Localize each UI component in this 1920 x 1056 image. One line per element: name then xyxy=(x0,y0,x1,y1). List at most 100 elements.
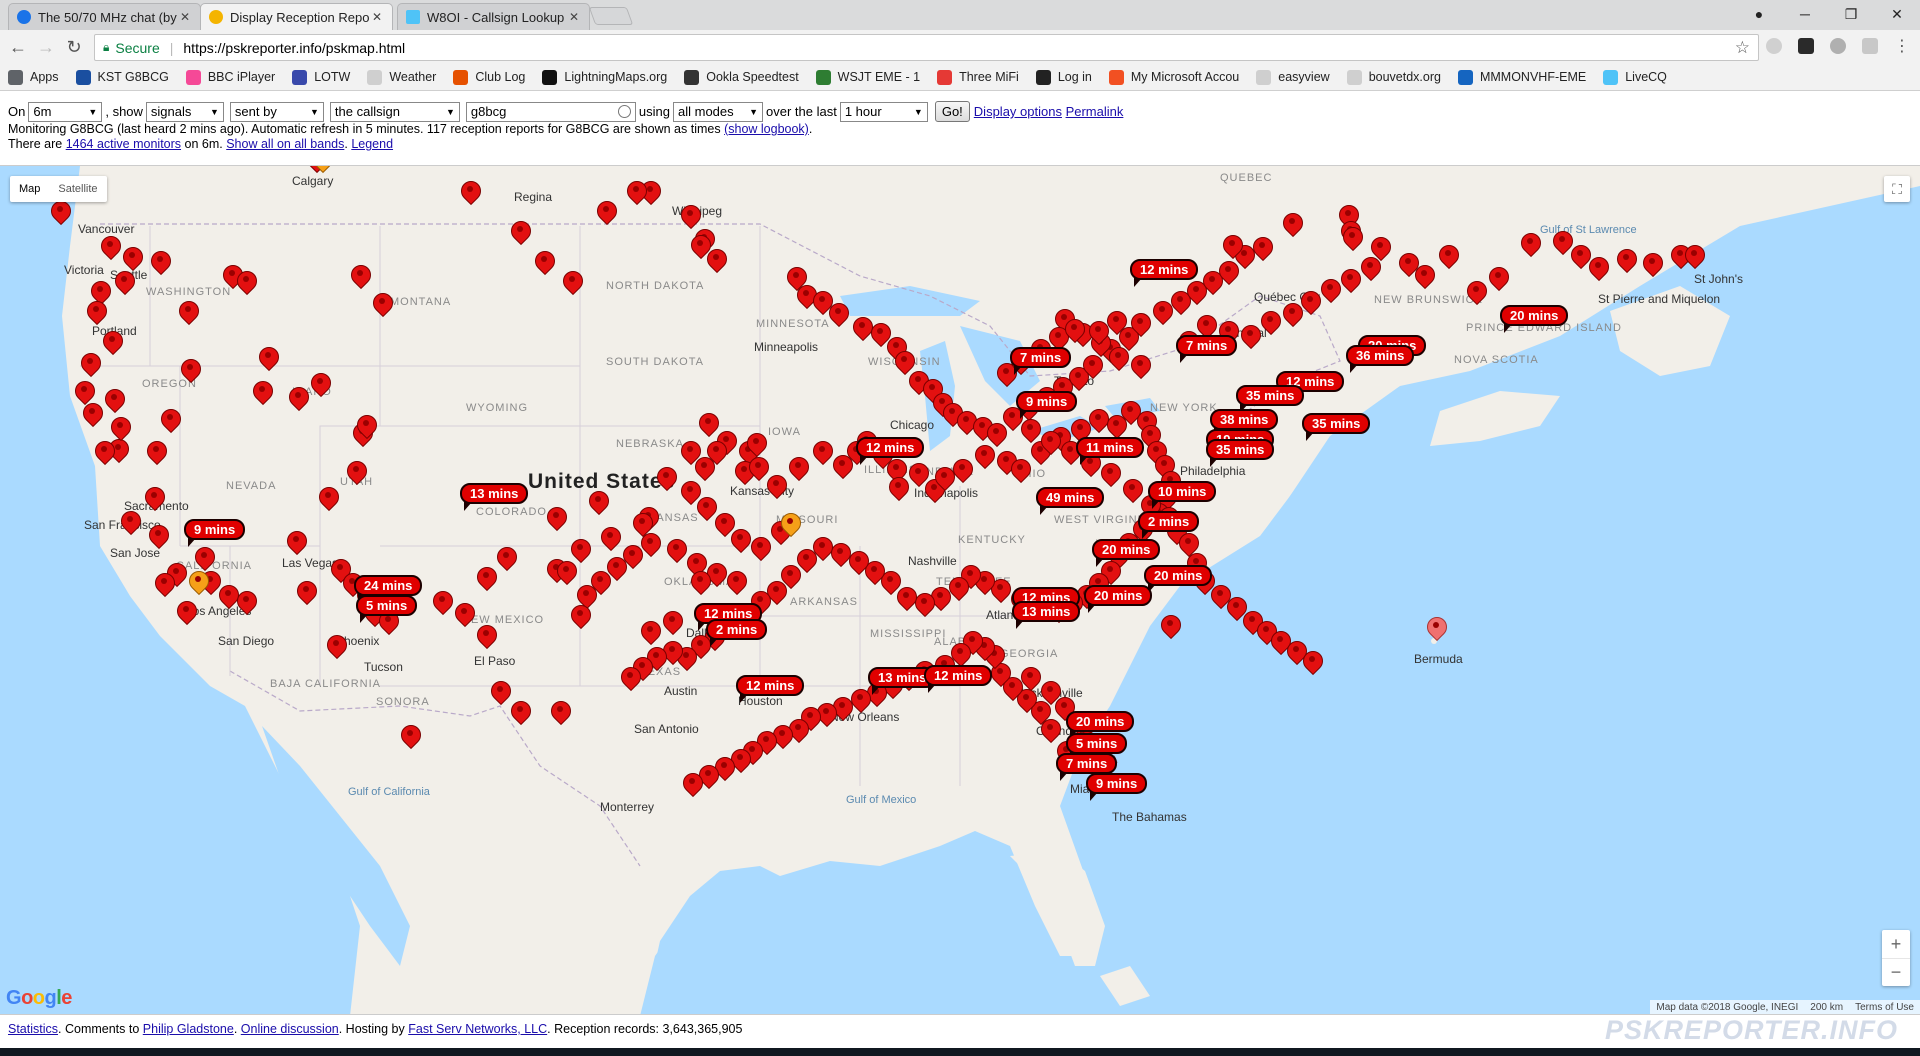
station-marker-icon[interactable] xyxy=(889,476,907,502)
tab-50-70-chat[interactable]: The 50/70 MHz chat (by ✕ xyxy=(8,3,201,30)
hosting-link[interactable]: Fast Serv Networks, LLC xyxy=(408,1022,547,1036)
forward-icon[interactable]: → xyxy=(34,36,58,58)
bookmark-wsjt-eme-1[interactable]: WSJT EME - 1 xyxy=(815,69,920,85)
station-marker-icon[interactable] xyxy=(1553,230,1571,256)
station-marker-icon[interactable] xyxy=(461,180,479,206)
station-marker-icon[interactable] xyxy=(1089,408,1107,434)
report-time-bubble[interactable]: 13 mins xyxy=(460,483,529,511)
station-marker-icon[interactable] xyxy=(455,602,473,628)
station-marker-icon[interactable] xyxy=(1021,418,1039,444)
station-marker-icon[interactable] xyxy=(181,358,199,384)
station-marker-icon[interactable] xyxy=(1253,236,1271,262)
map-type-map[interactable]: Map xyxy=(10,176,49,202)
bookmark-bbc-iplayer[interactable]: BBC iPlayer xyxy=(185,69,275,85)
report-time-bubble[interactable]: 20 mins xyxy=(1092,539,1161,567)
station-marker-icon[interactable] xyxy=(115,270,133,296)
station-marker-icon[interactable] xyxy=(813,440,831,466)
go-button[interactable]: Go! xyxy=(934,101,970,122)
station-marker-icon[interactable] xyxy=(1283,212,1301,238)
report-time-bubble[interactable]: 5 mins xyxy=(356,595,418,623)
report-time-bubble[interactable]: 20 mins xyxy=(1066,711,1135,739)
station-marker-icon[interactable] xyxy=(289,386,307,412)
zoom-out-button[interactable]: − xyxy=(1882,958,1910,986)
station-marker-icon[interactable] xyxy=(145,486,163,512)
active-monitors-link[interactable]: 1464 active monitors xyxy=(66,137,181,151)
station-marker-icon[interactable] xyxy=(563,270,581,296)
bookmark-three-mifi[interactable]: Three MiFi xyxy=(937,69,1019,85)
station-marker-icon[interactable] xyxy=(105,388,123,414)
report-time-bubble[interactable]: 7 mins xyxy=(1176,335,1238,363)
bookmark-my-microsoft-accou[interactable]: My Microsoft Accou xyxy=(1108,69,1239,85)
station-marker-icon[interactable] xyxy=(829,302,847,328)
all-bands-link[interactable]: Show all on all bands xyxy=(226,137,344,151)
station-marker-icon[interactable] xyxy=(1571,244,1589,270)
report-time-bubble[interactable]: 20 mins xyxy=(1144,565,1213,593)
station-marker-icon[interactable] xyxy=(767,474,785,500)
bookmark-lightningmaps-org[interactable]: LightningMaps.org xyxy=(542,69,667,85)
station-marker-icon[interactable] xyxy=(747,432,765,458)
menu-icon[interactable]: ⋮ xyxy=(1890,36,1914,58)
show-logbook-link[interactable]: (show logbook) xyxy=(724,122,809,136)
report-time-bubble[interactable]: 7 mins xyxy=(1010,347,1072,375)
station-marker-icon[interactable] xyxy=(571,604,589,630)
station-marker-icon[interactable] xyxy=(1089,320,1107,346)
station-marker-icon[interactable] xyxy=(1341,268,1359,294)
station-marker-icon[interactable] xyxy=(287,530,305,556)
station-marker-icon[interactable] xyxy=(313,166,331,174)
extension-icon[interactable] xyxy=(1798,38,1814,54)
station-marker-icon[interactable] xyxy=(179,300,197,326)
station-marker-icon[interactable] xyxy=(535,250,553,276)
station-marker-icon[interactable] xyxy=(849,550,867,576)
station-marker-icon[interactable] xyxy=(727,570,745,596)
bookmark-bouvetdx-org[interactable]: bouvetdx.org xyxy=(1346,69,1441,85)
station-marker-icon[interactable] xyxy=(237,590,255,616)
station-marker-icon[interactable] xyxy=(327,634,345,660)
station-marker-icon[interactable] xyxy=(253,380,271,406)
station-marker-icon[interactable] xyxy=(1361,256,1379,282)
station-marker-icon[interactable] xyxy=(1011,458,1029,484)
station-marker-icon[interactable] xyxy=(101,235,119,261)
station-marker-icon[interactable] xyxy=(547,506,565,532)
map-type-satellite[interactable]: Satellite xyxy=(49,176,106,202)
station-marker-icon[interactable] xyxy=(657,466,675,492)
station-marker-icon[interactable] xyxy=(433,590,451,616)
station-marker-icon[interactable] xyxy=(715,512,733,538)
station-marker-icon[interactable] xyxy=(707,248,725,274)
station-marker-icon[interactable] xyxy=(103,330,121,356)
station-marker-icon[interactable] xyxy=(681,480,699,506)
station-marker-icon[interactable] xyxy=(195,546,213,572)
online-discussion-link[interactable]: Online discussion xyxy=(241,1022,339,1036)
report-time-bubble[interactable]: 7 mins xyxy=(1056,753,1118,781)
close-icon[interactable]: ✕ xyxy=(567,10,581,24)
station-marker-icon[interactable] xyxy=(123,246,141,272)
report-time-bubble[interactable]: 49 mins xyxy=(1036,487,1105,515)
station-marker-icon[interactable] xyxy=(571,538,589,564)
station-marker-icon[interactable] xyxy=(897,586,915,612)
station-marker-icon[interactable] xyxy=(683,772,701,798)
tab-display-reception-report[interactable]: Display Reception Report ✕ xyxy=(200,3,393,30)
callsign-input[interactable]: g8bcg xyxy=(465,101,636,122)
station-marker-icon[interactable] xyxy=(87,300,105,326)
station-marker-icon[interactable] xyxy=(667,538,685,564)
station-marker-icon[interactable] xyxy=(1131,312,1149,338)
station-marker-icon[interactable] xyxy=(1415,264,1433,290)
station-marker-icon[interactable] xyxy=(1643,252,1661,278)
report-time-bubble[interactable]: 20 mins xyxy=(1084,585,1153,613)
report-time-bubble[interactable]: 11 mins xyxy=(1076,437,1144,465)
station-marker-icon[interactable] xyxy=(51,200,69,226)
station-marker-icon[interactable] xyxy=(953,458,971,484)
station-marker-icon[interactable] xyxy=(219,584,237,610)
station-marker-icon[interactable] xyxy=(1131,354,1149,380)
station-marker-icon[interactable] xyxy=(831,542,849,568)
station-marker-icon[interactable] xyxy=(1427,616,1445,642)
bookmark-log-in[interactable]: Log in xyxy=(1035,69,1092,85)
station-marker-icon[interactable] xyxy=(851,688,869,714)
bookmark-kst-g8bcg[interactable]: KST G8BCG xyxy=(75,69,169,85)
minimize-button[interactable]: ─ xyxy=(1782,0,1828,28)
report-time-bubble[interactable]: 38 mins xyxy=(1210,409,1279,437)
station-marker-icon[interactable] xyxy=(1261,310,1279,336)
station-marker-icon[interactable] xyxy=(189,570,207,596)
bookmark-weather[interactable]: Weather xyxy=(367,69,436,85)
station-marker-icon[interactable] xyxy=(1241,324,1259,350)
station-marker-icon[interactable] xyxy=(357,414,375,440)
